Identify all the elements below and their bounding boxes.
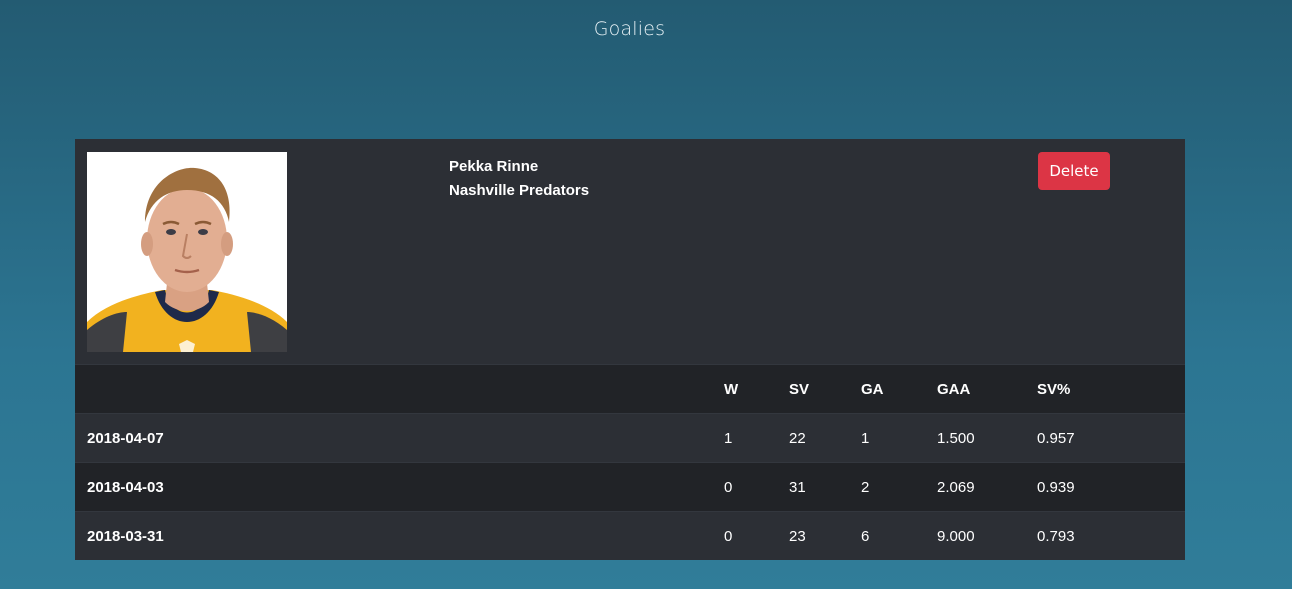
table-row: 2018-04-03 0 31 2 2.069 0.939 bbox=[75, 462, 1185, 512]
player-headshot-icon bbox=[87, 152, 287, 352]
gaa-cell: 2.069 bbox=[937, 462, 1037, 512]
goals-against-cell: 2 bbox=[861, 462, 937, 512]
column-header-svp: SV% bbox=[1037, 364, 1185, 414]
game-date: 2018-04-07 bbox=[75, 413, 724, 463]
column-header-gaa: GAA bbox=[937, 364, 1037, 414]
column-header-ga: GA bbox=[861, 364, 937, 414]
column-header-sv: SV bbox=[789, 364, 861, 414]
wins-cell: 1 bbox=[724, 413, 789, 463]
player-photo bbox=[87, 152, 287, 352]
stats-table: W SV GA GAA SV% 2018-04-07 1 22 1 1.500 … bbox=[75, 364, 1185, 560]
wins-cell: 0 bbox=[724, 511, 789, 560]
goalie-card-header: Pekka Rinne Nashville Predators Delete bbox=[75, 139, 1185, 365]
player-team: Nashville Predators bbox=[449, 182, 590, 199]
column-header-date bbox=[75, 364, 724, 414]
save-pct-cell: 0.939 bbox=[1037, 462, 1185, 512]
goalie-card: Pekka Rinne Nashville Predators Delete W… bbox=[75, 139, 1185, 560]
wins-cell: 0 bbox=[724, 462, 789, 512]
gaa-cell: 9.000 bbox=[937, 511, 1037, 560]
player-name: Pekka Rinne bbox=[449, 158, 539, 175]
table-row: 2018-04-07 1 22 1 1.500 0.957 bbox=[75, 413, 1185, 463]
saves-cell: 23 bbox=[789, 511, 861, 560]
save-pct-cell: 0.957 bbox=[1037, 413, 1185, 463]
saves-cell: 22 bbox=[789, 413, 861, 463]
table-row: 2018-03-31 0 23 6 9.000 0.793 bbox=[75, 511, 1185, 560]
game-date: 2018-04-03 bbox=[75, 462, 724, 512]
goals-against-cell: 6 bbox=[861, 511, 937, 560]
goals-against-cell: 1 bbox=[861, 413, 937, 463]
game-date: 2018-03-31 bbox=[75, 511, 724, 560]
save-pct-cell: 0.793 bbox=[1037, 511, 1185, 560]
saves-cell: 31 bbox=[789, 462, 861, 512]
delete-button[interactable]: Delete bbox=[1038, 152, 1110, 190]
player-info: Pekka Rinne Nashville Predators bbox=[449, 155, 589, 203]
page-title: Goalies bbox=[593, 18, 666, 40]
gaa-cell: 1.500 bbox=[937, 413, 1037, 463]
column-header-w: W bbox=[724, 364, 789, 414]
stats-header-row: W SV GA GAA SV% bbox=[75, 364, 1185, 414]
